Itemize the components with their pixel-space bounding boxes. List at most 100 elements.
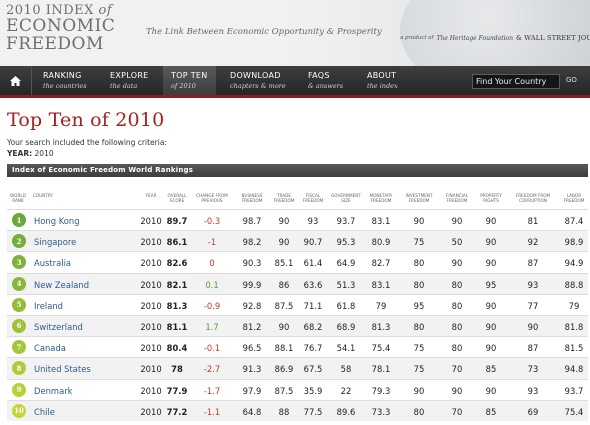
home-button[interactable] xyxy=(0,66,32,95)
rank-badge: 1 xyxy=(12,213,26,227)
cell-overall: 77.9 xyxy=(166,385,188,396)
cell-financial: 70 xyxy=(451,364,463,375)
logo-economic-text: ECONOMIC xyxy=(6,16,116,36)
cell-financial: 90 xyxy=(451,258,463,269)
rankings-table: 1 Hong Kong 2010 89.7 -0.3 98.7 90 93 93.7 83.1 90… xyxy=(7,209,588,421)
table-row[interactable]: 3 Australia 2010 82.6 0 90.3 85.1 61.4 64.9 82.7 8… xyxy=(7,251,588,272)
column-header-labor: LABOR FREEDOM xyxy=(563,193,585,204)
table-row[interactable]: 2 Singapore 2010 86.1 -1 98.2 90 90.7 95.3 80.9 75… xyxy=(7,230,588,252)
table-row[interactable]: 7 Canada 2010 80.4 -0.1 96.5 88.1 76.7 54.1 75.4 7… xyxy=(7,336,588,357)
rank-badge: 9 xyxy=(12,382,26,397)
country-link[interactable]: Canada xyxy=(34,343,66,353)
cell-financial: 90 xyxy=(451,216,463,226)
cell-fiscal: 35.9 xyxy=(303,385,323,396)
table-row[interactable]: 8 United States 2010 78 -2.7 91.3 86.9 67.5 58 78… xyxy=(7,357,588,379)
rank-badge: 7 xyxy=(12,340,26,355)
cell-government: 93.7 xyxy=(336,216,356,226)
cell-corruption: 90 xyxy=(527,321,539,332)
cell-overall: 78 xyxy=(171,364,183,375)
partner-prefix: a product of xyxy=(400,35,434,41)
cell-overall: 89.7 xyxy=(166,216,188,226)
site-header: 2010 INDEX of ECONOMIC FREEDOM The Link … xyxy=(0,0,590,66)
table-row[interactable]: 6 Switzerland 2010 81.1 1.7 81.2 90 68.2 68.9 81.… xyxy=(7,314,588,337)
cell-labor: 94.9 xyxy=(564,258,584,269)
table-header: WORLD RANK COUNTRY YEAR OVERALL SCORE CHANGE… xyxy=(7,181,588,209)
cell-property: 85 xyxy=(485,406,497,417)
cell-business: 98.7 xyxy=(242,216,262,226)
column-header-government: GOVERNMENT SIZE xyxy=(331,193,361,204)
nav-item-about[interactable]: ABOUT the index xyxy=(359,66,406,95)
country-link[interactable]: United States xyxy=(34,364,91,374)
cell-overall: 81.3 xyxy=(166,300,188,311)
cell-investment: 90 xyxy=(413,216,425,226)
country-link[interactable]: Australia xyxy=(34,258,71,268)
cell-change: -1.1 xyxy=(203,406,221,417)
cell-labor: 93.7 xyxy=(564,385,584,396)
cell-year: 2010 xyxy=(140,385,162,396)
wsj-logo[interactable]: & WALL STREET JOURNAL xyxy=(516,34,590,42)
cell-government: 89.6 xyxy=(336,406,356,417)
globe-graphic xyxy=(400,0,590,66)
cell-business: 91.3 xyxy=(242,364,262,375)
nav-item-explore[interactable]: EXPLORE the data xyxy=(102,66,157,95)
cell-labor: 81.5 xyxy=(564,343,584,354)
find-country-input[interactable] xyxy=(472,74,560,89)
cell-property: 95 xyxy=(485,279,497,290)
cell-government: 58 xyxy=(340,364,352,375)
column-header-property: PROPERTY RIGHTS xyxy=(480,193,502,204)
column-header-financial: FINANCIAL FREEDOM xyxy=(445,193,469,204)
country-link[interactable]: Switzerland xyxy=(34,322,83,332)
cell-property: 90 xyxy=(485,300,497,311)
cell-fiscal: 67.5 xyxy=(303,364,323,375)
country-link[interactable]: Ireland xyxy=(34,301,63,311)
country-link[interactable]: Chile xyxy=(34,407,55,417)
site-logo[interactable]: 2010 INDEX of ECONOMIC FREEDOM xyxy=(6,4,115,53)
rank-badge: 5 xyxy=(12,297,26,312)
cell-government: 61.8 xyxy=(336,300,356,311)
cell-overall: 81.1 xyxy=(166,321,188,332)
cell-business: 90.3 xyxy=(242,258,262,269)
table-row[interactable]: 9 Denmark 2010 77.9 -1.7 97.9 87.5 35.9 22 79.3 90… xyxy=(7,378,588,400)
country-link[interactable]: New Zealand xyxy=(34,280,89,290)
cell-property: 90 xyxy=(485,321,497,332)
cell-monetary: 79 xyxy=(375,300,387,311)
column-header-corruption: FREEDOM FROM CORRUPTION xyxy=(515,193,551,204)
nav-item-ranking[interactable]: RANKING the countries xyxy=(35,66,95,95)
heritage-logo[interactable]: The Heritage Foundation xyxy=(436,35,513,42)
nav-item-subtitle: chapters & more xyxy=(230,82,286,90)
cell-corruption: 87 xyxy=(527,343,539,354)
go-button[interactable]: GO xyxy=(566,76,577,84)
cell-government: 68.9 xyxy=(336,321,356,332)
nav-item-faqs[interactable]: FAQS & answers xyxy=(300,66,351,95)
cell-monetary: 78.1 xyxy=(371,364,391,375)
cell-monetary: 82.7 xyxy=(371,258,391,269)
cell-fiscal: 68.2 xyxy=(303,321,323,332)
cell-business: 97.9 xyxy=(242,385,262,396)
cell-overall: 77.2 xyxy=(166,406,188,417)
cell-trade: 88.1 xyxy=(274,343,294,354)
partner-logos: a product of The Heritage Foundation & W… xyxy=(400,34,590,42)
cell-change: -0.1 xyxy=(203,343,221,354)
country-link[interactable]: Denmark xyxy=(34,386,73,396)
cell-corruption: 87 xyxy=(527,258,539,269)
cell-corruption: 73 xyxy=(527,364,539,375)
cell-corruption: 93 xyxy=(527,385,539,396)
criteria-text: Your search included the following crite… xyxy=(7,138,167,147)
column-header-country: COUNTRY xyxy=(32,193,54,198)
table-row[interactable]: 5 Ireland 2010 81.3 -0.9 92.8 87.5 71.1 61.8 79 95… xyxy=(7,293,588,315)
nav-item-top-ten[interactable]: TOP TEN of 2010 xyxy=(163,66,216,95)
column-header-business: BUSINESS FREEDOM xyxy=(241,193,263,204)
table-row[interactable]: 4 New Zealand 2010 82.1 0.1 99.9 86 63.6 51.3 83.… xyxy=(7,272,588,294)
nav-item-download[interactable]: DOWNLOAD chapters & more xyxy=(222,66,294,95)
country-link[interactable]: Singapore xyxy=(34,237,76,247)
cell-fiscal: 77.5 xyxy=(303,406,323,417)
country-link[interactable]: Hong Kong xyxy=(34,216,80,226)
cell-financial: 70 xyxy=(451,406,463,417)
cell-trade: 87.5 xyxy=(274,385,294,396)
cell-financial: 80 xyxy=(451,343,463,354)
cell-investment: 90 xyxy=(413,385,425,396)
cell-year: 2010 xyxy=(140,237,162,248)
cell-monetary: 73.3 xyxy=(371,406,391,417)
table-row[interactable]: 10 Chile 2010 77.2 -1.1 64.8 88 77.5 89.6 73.3 80 7… xyxy=(7,399,588,421)
table-row[interactable]: 1 Hong Kong 2010 89.7 -0.3 98.7 90 93 93.7 83.1 90… xyxy=(7,209,588,230)
